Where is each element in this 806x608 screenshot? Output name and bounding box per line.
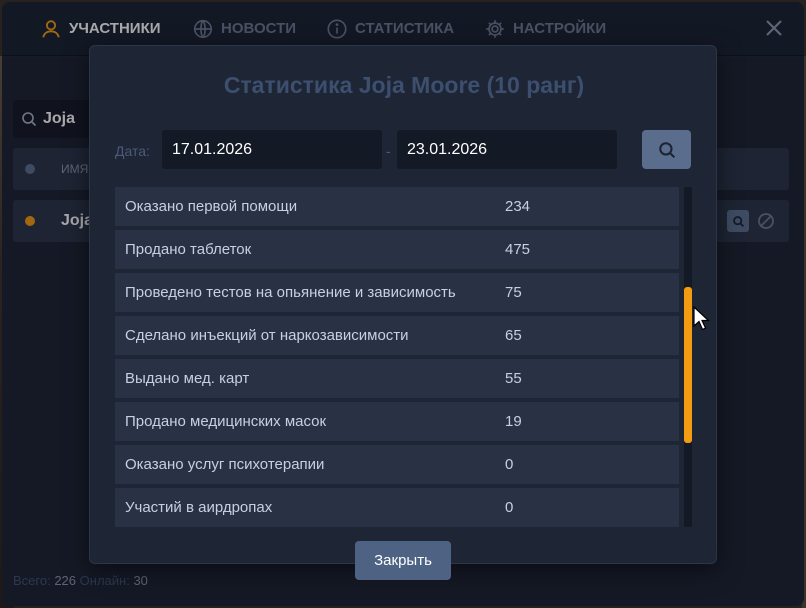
scrollbar-thumb[interactable] <box>684 287 692 443</box>
stat-value: 75 <box>505 284 522 301</box>
list-item: Сделано инъекций от наркозависимости 65 <box>115 316 679 355</box>
stat-value: 475 <box>505 241 531 258</box>
date-from-input[interactable]: 17.01.2026 <box>162 130 382 169</box>
stats-scrollbar[interactable] <box>684 187 692 527</box>
date-to-input[interactable]: 23.01.2026 <box>397 130 617 169</box>
statistics-modal: Статистика Joja Moore (10 ранг) Дата: 17… <box>89 45 717 580</box>
stat-value: 0 <box>505 499 514 516</box>
date-from-value: 17.01.2026 <box>172 140 253 158</box>
stat-value: 0 <box>505 456 514 473</box>
search-icon <box>658 141 675 158</box>
list-item: Продано таблеток 475 <box>115 230 679 269</box>
date-separator: - <box>386 143 391 159</box>
stat-label: Продано медицинских масок <box>125 413 327 430</box>
stat-label: Участий в аирдропах <box>125 499 273 516</box>
stat-label: Продано таблеток <box>125 241 252 258</box>
stat-label: Оказано первой помощи <box>125 198 298 215</box>
stats-list[interactable]: Оказано первой помощи 234 Продано таблет… <box>115 187 679 527</box>
stat-label: Выдано мед. карт <box>125 370 250 387</box>
stat-label: Сделано инъекций от наркозависимости <box>125 327 409 344</box>
date-to-value: 23.01.2026 <box>407 140 488 158</box>
mouse-cursor-icon <box>693 306 711 331</box>
date-label: Дата: <box>115 143 150 159</box>
list-item: Продано медицинских масок 19 <box>115 402 679 441</box>
list-item: Оказано первой помощи 234 <box>115 187 679 226</box>
close-button-label: Закрыть <box>374 552 432 569</box>
list-item: Оказано услуг психотерапии 0 <box>115 445 679 484</box>
search-button[interactable] <box>642 130 691 169</box>
list-item: Проведено тестов на опьянение и зависимо… <box>115 273 679 312</box>
stat-value: 65 <box>505 327 522 344</box>
list-item: Выдано мед. карт 55 <box>115 359 679 398</box>
stat-value: 19 <box>505 413 522 430</box>
modal-title: Статистика Joja Moore (10 ранг) <box>223 72 585 98</box>
stat-label: Проведено тестов на опьянение и зависимо… <box>125 284 456 301</box>
stat-value: 55 <box>505 370 522 387</box>
stat-label: Оказано услуг психотерапии <box>125 456 325 473</box>
stat-value: 234 <box>505 198 531 215</box>
close-button[interactable]: Закрыть <box>355 541 451 580</box>
list-item: Участий в аирдропах 0 <box>115 488 679 527</box>
